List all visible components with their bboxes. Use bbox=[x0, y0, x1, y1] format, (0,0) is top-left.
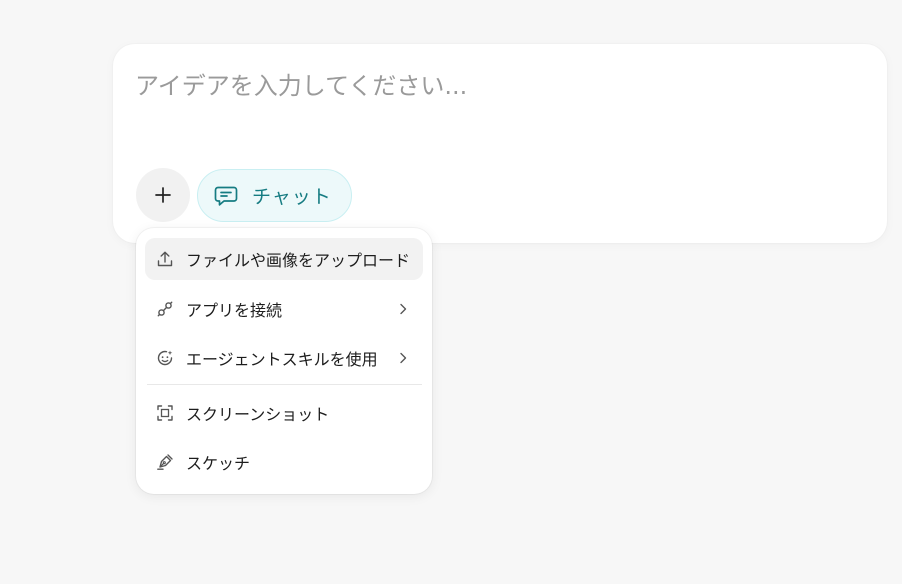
menu-divider bbox=[147, 384, 422, 385]
menu-item-label: スクリーンショット bbox=[186, 405, 330, 424]
chat-mode-button[interactable]: チャット bbox=[197, 169, 352, 222]
pen-icon bbox=[155, 452, 175, 472]
menu-item-sketch[interactable]: スケッチ bbox=[145, 441, 423, 483]
menu-item-upload[interactable]: ファイルや画像をアップロード bbox=[145, 238, 423, 280]
chat-bubble-icon bbox=[214, 186, 238, 206]
menu-item-connect-apps[interactable]: アプリを接続 bbox=[145, 288, 423, 330]
skill-face-icon bbox=[155, 348, 175, 368]
add-attachment-button[interactable] bbox=[136, 168, 190, 222]
menu-item-label: ファイルや画像をアップロード bbox=[186, 251, 411, 270]
menu-item-label: スケッチ bbox=[186, 454, 251, 473]
upload-icon bbox=[155, 249, 175, 269]
chevron-right-icon bbox=[400, 303, 407, 315]
prompt-input[interactable] bbox=[135, 66, 855, 106]
chat-mode-label: チャット bbox=[252, 186, 332, 208]
menu-item-screenshot[interactable]: スクリーンショット bbox=[145, 392, 423, 434]
prompt-composer: チャット bbox=[113, 44, 887, 243]
menu-item-agent-skills[interactable]: エージェントスキルを使用 bbox=[145, 337, 423, 379]
attachment-menu: ファイルや画像をアップロード アプリを接続 エージェントスキルを使用 スクリーン… bbox=[136, 228, 432, 494]
menu-item-label: エージェントスキルを使用 bbox=[186, 350, 378, 369]
screenshot-icon bbox=[155, 403, 175, 423]
chevron-right-icon bbox=[400, 352, 407, 364]
menu-item-label: アプリを接続 bbox=[186, 301, 283, 320]
plus-icon bbox=[155, 187, 171, 203]
plug-icon bbox=[155, 299, 175, 319]
